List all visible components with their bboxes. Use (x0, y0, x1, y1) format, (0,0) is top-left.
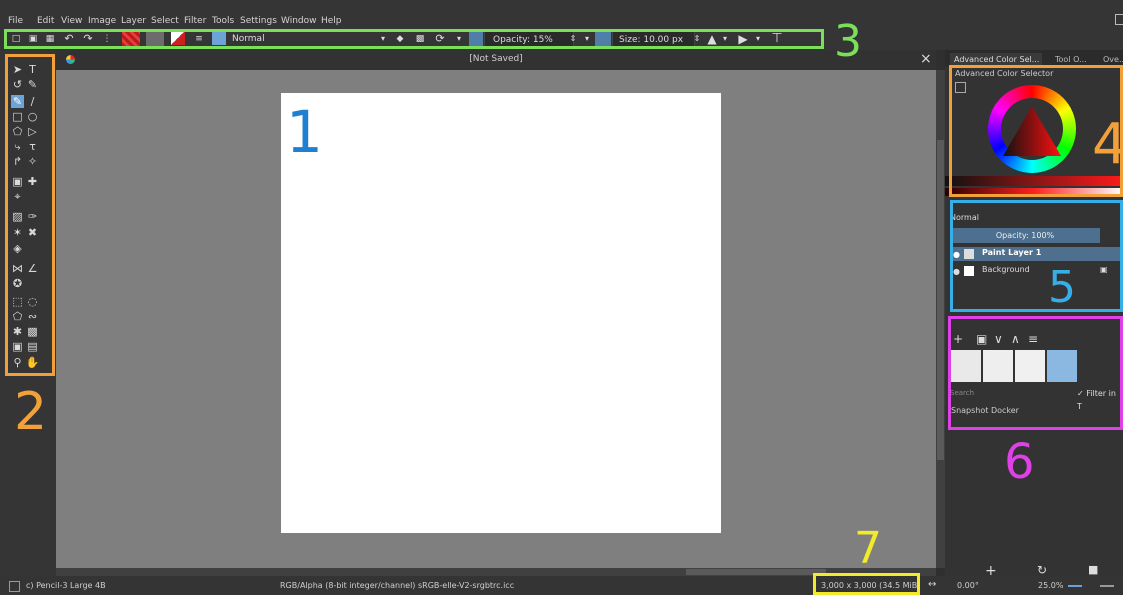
rotation-label[interactable]: 0.00° (957, 581, 979, 590)
zoom-label[interactable]: 25.0% (1038, 581, 1063, 590)
annotation-label-1: 1 (286, 98, 323, 166)
menu-image[interactable]: Image (88, 16, 116, 26)
window-restore-icon[interactable] (1115, 14, 1123, 25)
menu-layer[interactable]: Layer (121, 16, 146, 26)
annotation-label-4: 4 (1092, 112, 1123, 177)
document-title: [Not Saved] (469, 54, 523, 64)
annotation-label-6: 6 (1004, 434, 1035, 490)
menu-bar: File Edit View Image Layer Select Filter… (0, 0, 1123, 27)
current-brush-label: c) Pencil-3 Large 4B (26, 581, 106, 590)
menu-edit[interactable]: Edit (37, 16, 54, 26)
brush-preview-icon (9, 581, 20, 592)
close-document-icon[interactable]: × (920, 51, 932, 67)
canvas[interactable] (281, 93, 721, 533)
menu-tools[interactable]: Tools (212, 16, 234, 26)
zoom-slider[interactable] (1068, 585, 1082, 587)
menu-file[interactable]: File (8, 16, 23, 26)
horizontal-arrows-icon: ↔ (928, 579, 937, 590)
delete-snapshot-icon[interactable]: ■ (1088, 563, 1098, 576)
annotation-box-toolbar (4, 29, 824, 49)
menu-view[interactable]: View (61, 16, 82, 26)
menu-help[interactable]: Help (321, 16, 342, 26)
document-tab-bar: [Not Saved] × (56, 50, 936, 70)
annotation-box-image-size (813, 573, 920, 595)
annotation-box-layers (950, 200, 1123, 312)
menu-select[interactable]: Select (151, 16, 179, 26)
restore-snapshot-icon[interactable]: ↻ (1037, 563, 1047, 577)
status-bar: c) Pencil-3 Large 4B RGB/Alpha (8-bit in… (0, 576, 1123, 595)
menu-filter[interactable]: Filter (184, 16, 206, 26)
menu-window[interactable]: Window (281, 16, 317, 26)
annotation-box-presets (948, 316, 1123, 430)
vertical-scroll-thumb[interactable] (937, 140, 944, 460)
annotation-label-2: 2 (14, 382, 48, 442)
annotation-label-5: 5 (1048, 262, 1076, 313)
annotation-label-7: 7 (854, 523, 882, 574)
annotation-label-3: 3 (834, 16, 862, 67)
zoom-slider-track[interactable] (1100, 585, 1114, 587)
menu-settings[interactable]: Settings (240, 16, 277, 26)
color-profile-label: RGB/Alpha (8-bit integer/channel) sRGB-e… (280, 581, 515, 590)
horizontal-scroll-thumb[interactable] (686, 569, 826, 575)
annotation-box-toolbox (5, 54, 55, 376)
